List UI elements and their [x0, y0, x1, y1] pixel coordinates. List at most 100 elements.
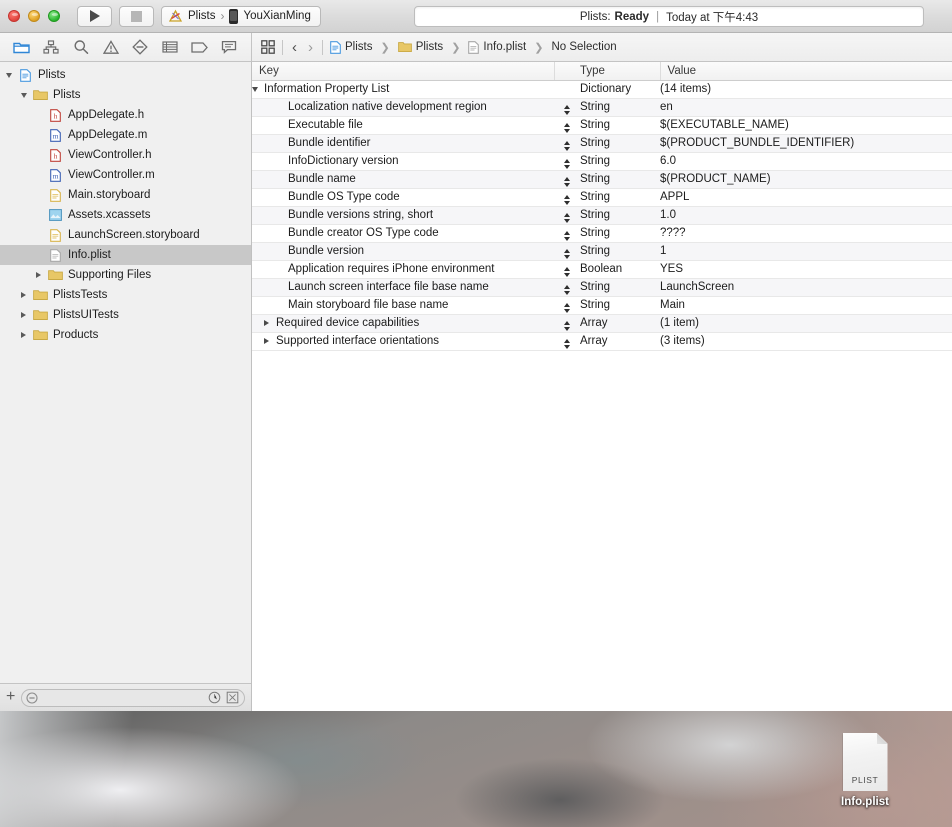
plist-value-cell[interactable]: Main — [660, 296, 952, 315]
plist-type-cell[interactable]: Array — [580, 332, 660, 351]
plist-type-cell[interactable]: Dictionary — [580, 80, 660, 99]
plist-type-cell[interactable]: String — [580, 296, 660, 315]
plist-type-cell[interactable]: String — [580, 188, 660, 207]
plist-type-cell[interactable]: String — [580, 206, 660, 225]
plist-key-cell[interactable]: Bundle creator OS Type code — [252, 224, 554, 243]
clock-icon[interactable] — [208, 691, 222, 705]
value-stepper[interactable] — [554, 278, 580, 297]
filter-input[interactable] — [42, 691, 204, 704]
report-bubble-icon[interactable] — [220, 39, 238, 55]
column-header-type[interactable]: Type — [580, 62, 661, 81]
sidebar-item-viewcontroller-h[interactable]: h ViewController.h — [0, 145, 251, 165]
plist-value-cell[interactable]: YES — [660, 260, 952, 279]
run-button[interactable] — [77, 5, 112, 27]
plist-value-cell[interactable]: APPL — [660, 188, 952, 207]
value-stepper[interactable] — [554, 332, 580, 351]
plist-key-cell[interactable]: Required device capabilities — [252, 314, 554, 333]
debug-list-icon[interactable] — [161, 39, 179, 55]
plist-key-cell[interactable]: Bundle identifier — [252, 134, 554, 153]
plist-value-cell[interactable]: $(PRODUCT_NAME) — [660, 170, 952, 189]
filter-status-icon[interactable] — [226, 691, 240, 705]
chevron-right-icon[interactable] — [18, 312, 29, 318]
value-stepper[interactable] — [554, 296, 580, 315]
table-row[interactable]: Bundle OS Type code String APPL — [252, 188, 952, 207]
table-row[interactable]: Bundle versions string, short String 1.0 — [252, 206, 952, 225]
related-items-icon[interactable] — [261, 40, 275, 54]
table-row[interactable]: Bundle name String $(PRODUCT_NAME) — [252, 170, 952, 189]
table-row[interactable]: Bundle creator OS Type code String???? — [252, 224, 952, 243]
plist-type-cell[interactable]: String — [580, 116, 660, 135]
plist-key-cell[interactable]: Bundle OS Type code — [252, 188, 554, 207]
chevron-right-icon[interactable] — [264, 320, 276, 326]
sidebar-item-appdelegate-m[interactable]: m AppDelegate.m — [0, 125, 251, 145]
value-stepper[interactable] — [554, 242, 580, 261]
value-stepper[interactable] — [554, 188, 580, 207]
sidebar-item-plistsuitests[interactable]: PlistsUITests — [0, 305, 251, 325]
sidebar-item-launchscreen-storyboard[interactable]: LaunchScreen.storyboard — [0, 225, 251, 245]
scheme-selector[interactable]: Plists › YouXianMing — [161, 5, 321, 27]
chevron-right-icon[interactable] — [18, 332, 29, 338]
close-button[interactable] — [8, 10, 20, 22]
folder-icon[interactable] — [13, 39, 31, 55]
sidebar-item-plists[interactable]: Plists — [0, 65, 251, 85]
column-header-key[interactable]: Key — [252, 62, 555, 81]
value-stepper[interactable] — [554, 170, 580, 189]
minimize-button[interactable] — [28, 10, 40, 22]
table-row[interactable]: Supported interface orientations Array (3 … — [252, 332, 952, 351]
plist-type-cell[interactable]: String — [580, 278, 660, 297]
plist-key-cell[interactable]: Bundle versions string, short — [252, 206, 554, 225]
sidebar-item-plists[interactable]: Plists — [0, 85, 251, 105]
breadcrumb-file[interactable]: Info.plist — [468, 40, 526, 54]
plist-value-cell[interactable]: en — [660, 98, 952, 117]
plist-key-cell[interactable]: Information Property List — [252, 80, 554, 99]
plist-key-cell[interactable]: Main storyboard file base name — [252, 296, 554, 315]
plist-key-cell[interactable]: Launch screen interface file base name — [252, 278, 554, 297]
breadcrumb-project[interactable]: Plists — [330, 40, 372, 54]
table-row[interactable]: Localization native development region St… — [252, 98, 952, 117]
chevron-right-icon[interactable] — [18, 292, 29, 298]
plist-value-cell[interactable]: ???? — [660, 224, 952, 243]
table-row[interactable]: InfoDictionary version String 6.0 — [252, 152, 952, 171]
plist-type-cell[interactable]: String — [580, 152, 660, 171]
stop-button[interactable] — [119, 5, 154, 27]
sidebar-item-viewcontroller-m[interactable]: m ViewController.m — [0, 165, 251, 185]
value-stepper[interactable] — [554, 152, 580, 171]
sidebar-item-pliststests[interactable]: PlistsTests — [0, 285, 251, 305]
plist-value-cell[interactable]: (1 item) — [660, 314, 952, 333]
plist-value-cell[interactable]: 6.0 — [660, 152, 952, 171]
plist-key-cell[interactable]: Supported interface orientations — [252, 332, 554, 351]
source-control-icon[interactable] — [42, 39, 60, 55]
plist-type-cell[interactable]: String — [580, 224, 660, 243]
plist-type-cell[interactable]: String — [580, 98, 660, 117]
plist-type-cell[interactable]: String — [580, 170, 660, 189]
table-row[interactable]: Bundle version String 1 — [252, 242, 952, 261]
value-stepper[interactable] — [554, 260, 580, 279]
test-diamond-icon[interactable] — [131, 39, 149, 55]
table-row[interactable]: Application requires iPhone environment B… — [252, 260, 952, 279]
sidebar-item-supporting-files[interactable]: Supporting Files — [0, 265, 251, 285]
add-item-button[interactable]: + — [6, 688, 15, 707]
filter-field[interactable] — [21, 688, 245, 707]
zoom-button[interactable] — [48, 10, 60, 22]
chevron-right-icon[interactable] — [33, 272, 44, 278]
sidebar-item-main-storyboard[interactable]: Main.storyboard — [0, 185, 251, 205]
plist-value-cell[interactable]: $(PRODUCT_BUNDLE_IDENTIFIER) — [660, 134, 952, 153]
column-header-value[interactable]: Value — [660, 62, 952, 81]
value-stepper[interactable] — [554, 224, 580, 243]
sidebar-item-products[interactable]: Products — [0, 325, 251, 345]
plist-value-cell[interactable]: (3 items) — [660, 332, 952, 351]
chevron-down-icon[interactable] — [252, 86, 264, 92]
table-row[interactable]: Executable file String $(EXECUTABLE_NAME) — [252, 116, 952, 135]
plist-value-cell[interactable]: (14 items) — [660, 80, 952, 99]
sidebar-item-info-plist[interactable]: Info.plist — [0, 245, 251, 265]
plist-type-cell[interactable]: Array — [580, 314, 660, 333]
plist-type-cell[interactable]: String — [580, 242, 660, 261]
search-icon[interactable] — [72, 39, 90, 55]
chevron-down-icon[interactable] — [3, 72, 14, 78]
plist-key-cell[interactable]: Application requires iPhone environment — [252, 260, 554, 279]
sidebar-item-appdelegate-h[interactable]: h AppDelegate.h — [0, 105, 251, 125]
breadcrumb-selection-label[interactable]: No Selection — [551, 41, 616, 53]
value-stepper[interactable] — [554, 134, 580, 153]
table-row[interactable]: Bundle identifier String $(PRODUCT_BUNDLE_… — [252, 134, 952, 153]
plist-value-cell[interactable]: 1 — [660, 242, 952, 261]
